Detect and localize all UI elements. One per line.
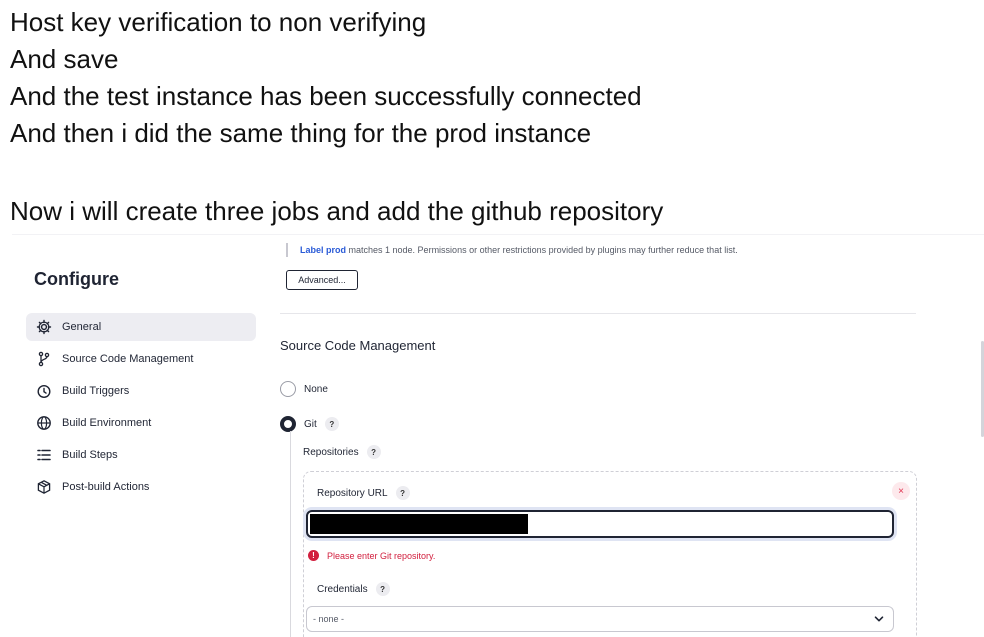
sidebar-item-label: Build Steps [62,449,118,461]
clock-icon [36,383,52,399]
notes-block: Host key verification to non verifying A… [10,4,642,152]
note-line: And save [10,44,119,74]
radio-git-label: Git [304,418,317,430]
sidebar-item-label: Post-build Actions [62,481,150,493]
error-text: Please enter Git repository. [327,550,436,561]
label-match-text: matches 1 node. Permissions or other res… [346,245,738,255]
repository-url-error: ! Please enter Git repository. [308,550,435,561]
sidebar-item-build-triggers[interactable]: Build Triggers [26,377,256,405]
radio-none-label: None [304,383,328,395]
help-icon[interactable]: ? [366,445,381,459]
credentials-label: Credentials ? [317,582,390,596]
sidebar-item-build-environment[interactable]: Build Environment [26,409,256,437]
scm-section-title: Source Code Management [280,338,436,353]
sidebar-nav: General Source Code Management Build Tri… [26,313,256,505]
section-divider [280,313,916,314]
radio-none-row[interactable]: None [280,379,328,399]
gear-icon [36,319,52,335]
sidebar-item-source-code-management[interactable]: Source Code Management [26,345,256,373]
sidebar-item-label: Build Triggers [62,385,130,397]
git-config-block: Repositories ? Repository URL ? × ! Plea… [290,431,920,637]
credentials-select[interactable]: - none - [306,606,894,632]
advanced-button[interactable]: Advanced... [286,270,358,290]
branch-icon [36,351,52,367]
sidebar-item-label: Build Environment [62,417,152,429]
help-icon[interactable]: ? [375,582,390,596]
radio-git[interactable] [280,416,296,432]
sidebar-item-general[interactable]: General [26,313,256,341]
globe-icon [36,415,52,431]
label-match-info: Label prod matches 1 node. Permissions o… [286,243,738,257]
jenkins-configure-screenshot: ▔ ▔▔▔ ▔▔▔ ▔▔ Configure General Source Co… [12,234,984,637]
repository-url-input[interactable] [306,510,894,538]
credentials-selected-value: - none - [313,614,345,624]
configure-main: Label prod matches 1 node. Permissions o… [280,235,984,637]
note-line: And the test instance has been successfu… [10,81,642,111]
repository-url-label-text: Repository URL [317,487,388,499]
note-line: Host key verification to non verifying [10,7,427,37]
sidebar-item-label: General [62,321,102,333]
list-icon [36,447,52,463]
sidebar-item-post-build-actions[interactable]: Post-build Actions [26,473,256,501]
package-icon [36,479,52,495]
note-line-last: Now i will create three jobs and add the… [10,196,664,226]
repositories-label-text: Repositories [303,446,359,458]
error-icon: ! [308,550,319,561]
note-line: And then i did the same thing for the pr… [10,118,592,148]
repository-entry: Repository URL ? × ! Please enter Git re… [303,471,917,637]
label-link[interactable]: Label prod [300,245,346,255]
credentials-label-text: Credentials [317,583,368,595]
repositories-label: Repositories ? [303,445,381,459]
repository-url-label: Repository URL ? [317,486,410,500]
sidebar-item-label: Source Code Management [62,353,194,365]
help-icon[interactable]: ? [395,486,410,500]
redacted-url-value [310,514,528,534]
remove-repository-button[interactable]: × [892,482,910,500]
configure-title: Configure [34,269,119,289]
sidebar-item-build-steps[interactable]: Build Steps [26,441,256,469]
help-icon[interactable]: ? [324,417,339,431]
chevron-down-icon [874,616,884,622]
radio-none[interactable] [280,381,296,397]
cropped-text-strip: ▔ ▔▔▔ ▔▔▔ ▔▔ [12,235,192,241]
